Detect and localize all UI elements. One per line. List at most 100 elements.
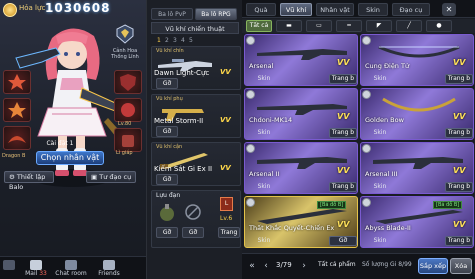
equip-button[interactable]: Trang b [329,74,357,84]
weapon-card[interactable]: [Bá đỗ B] Thất Khắc Quyết-Chiến Ex VV Sk… [244,196,358,248]
grade-badge: VV [453,166,466,175]
grenade-unequip-button-2[interactable]: Gỡ [182,227,204,238]
loadout-page-2[interactable]: 2 [165,37,169,44]
weapon-card[interactable]: Cung Điện Tử VV Skin Trang b [360,34,474,86]
first-page-icon[interactable]: « [246,260,258,272]
weapon-card[interactable]: Arsenal III VV Skin Trang b [360,142,474,194]
next-page-icon[interactable]: › [298,260,310,272]
mail-button[interactable]: Mail 33 [22,260,50,278]
skin-button[interactable]: Skin [369,74,391,84]
equip-slot-4[interactable] [114,70,142,94]
unequip-button[interactable]: Gỡ [156,78,178,89]
equip-slot-3[interactable] [3,126,31,150]
gear-icon [3,260,15,270]
chatroom-button[interactable]: Chat room [54,260,88,278]
equip-button[interactable]: Trang b [329,128,357,138]
filter-smg-icon[interactable]: ▭ [306,20,332,32]
filter-all[interactable]: Tất cả [246,20,272,32]
prev-page-icon[interactable]: ‹ [260,260,272,272]
delete-button[interactable]: Xóa [450,258,472,274]
gear-nav-button[interactable] [2,260,16,278]
close-icon[interactable]: ✕ [442,3,456,16]
weapon-card[interactable]: Chdoni-MK14 VV Skin Trang b [244,88,358,140]
grade-badge: VV [337,112,350,121]
gem-icon [121,103,135,117]
grenade-label: Lựu đạn [156,192,181,199]
level-badge-icon: L [220,197,233,211]
slot-weapon-name: Metal Storm-II [154,117,204,125]
tab-items[interactable]: Đạo cụ [392,3,430,16]
loadout-slot-primary[interactable]: Vũ khí chín Dawn Light-Cực VV Gỡ [151,46,241,90]
equip-slot-2[interactable] [3,98,31,122]
special-items-label: Tư đạo cụ [99,173,132,181]
equip-button[interactable]: Trang b [329,182,357,192]
skin-button[interactable]: Skin [253,182,275,192]
loadout-slot-melee[interactable]: Vũ khí cận Kiếm Sát Gi Ex II VV Gỡ [151,142,241,186]
filter-knife-icon[interactable]: ╱ [396,20,422,32]
weapon-name: Arsenal II [249,170,280,178]
friends-button[interactable]: Friends [94,260,124,278]
select-character-button[interactable]: Chọn nhân vật [36,151,104,165]
equip-slot-6[interactable] [114,128,142,152]
tab-characters[interactable]: Nhân vật [316,3,354,16]
tab-pvp-backpack[interactable]: Ba lô PvP [151,8,193,20]
weapon-card[interactable]: Arsenal VV Skin Trang b [244,34,358,86]
loadout-page-5[interactable]: 5 [189,37,193,44]
empty-slot-icon [185,204,201,220]
equip-slot-5[interactable] [114,98,142,122]
friends-icon [103,260,115,270]
skin-button[interactable]: Skin [253,236,275,246]
tab-gift[interactable]: Quà [246,3,276,16]
inventory-tabs: Quà Vũ khí Nhân vật Skin Đạo cụ ✕ [242,0,475,18]
firepower-value: 1030608 [45,1,111,15]
equip-button[interactable]: Trang b [445,74,473,84]
grenade-level: Lv.6 [220,215,233,222]
setup-backpack-button[interactable]: ⚙ Thiết lập Balo [4,171,54,191]
filter-rifle-icon[interactable]: ▬ [276,20,302,32]
rank-emblem-icon [116,24,134,44]
bag-icon: ▣ [91,173,98,181]
weapon-card[interactable]: Arsenal II VV Skin Trang b [244,142,358,194]
tab-rpg-backpack[interactable]: Ba lô RPG [195,8,237,20]
equip-button[interactable]: Trang b [445,236,473,246]
grade-badge: VV [337,220,350,229]
slot-weapon-name: Kiếm Sát Gi Ex II [154,165,213,173]
filter-sniper-icon[interactable]: ━ [336,20,362,32]
weapon-card[interactable]: Golden Bow VV Skin Trang b [360,88,474,140]
unequip-button[interactable]: Gỡ [156,126,178,137]
equip-button[interactable]: Trang b [445,128,473,138]
sort-button[interactable]: Sắp xếp [418,258,448,274]
loadout-slot-secondary[interactable]: Vũ khí phụ Metal Storm-II VV Gỡ [151,94,241,138]
friends-label: Friends [98,270,120,277]
filter-grenade-icon[interactable]: ● [426,20,452,32]
equip-button[interactable]: Trang b [445,182,473,192]
loadout-slot-grenade[interactable]: Lựu đạn Gỡ Gỡ L Lv.6 Trang [151,190,241,248]
unequip-button[interactable]: Gỡ [156,174,178,185]
firepower-icon [3,3,17,17]
tab-weapons[interactable]: Vũ khí [280,3,312,16]
grenade-unequip-button[interactable]: Gỡ [156,227,178,238]
skin-button[interactable]: Skin [253,74,275,84]
weapon-card[interactable]: [Bá đỗ B] Abyss Blade-II VV Skin Trang b [360,196,474,248]
tab-skin[interactable]: Skin [358,3,388,16]
loadout-page-3[interactable]: 3 [173,37,177,44]
quality-filter[interactable]: Tất cả phẩm [318,261,356,268]
weapon-name: Arsenal III [365,170,398,178]
loadout-section-title: Vũ khí chiến thuật [151,22,239,34]
loadout-name: Cài đặt 1 [46,140,74,147]
filter-pistol-icon[interactable]: ◤ [366,20,392,32]
settings-icon: ⚙ [9,173,15,181]
grade-badge: VV [453,112,466,121]
special-items-button[interactable]: ▣ Tư đạo cụ [86,171,136,183]
skin-button[interactable]: Skin [253,128,275,138]
loadout-page-4[interactable]: 4 [181,37,185,44]
skin-button[interactable]: Skin [369,128,391,138]
loadout-page-1[interactable]: 1 [157,37,161,44]
unequip-button[interactable]: Gỡ [329,236,357,246]
skin-button[interactable]: Skin [369,182,391,192]
equip-slot-1[interactable] [3,70,31,94]
grenade-equip-button[interactable]: Trang [218,227,240,238]
skin-button[interactable]: Skin [369,236,391,246]
quantity-label: Số lượng Gi 8/99 [362,261,412,268]
grenade-icon [160,204,174,221]
